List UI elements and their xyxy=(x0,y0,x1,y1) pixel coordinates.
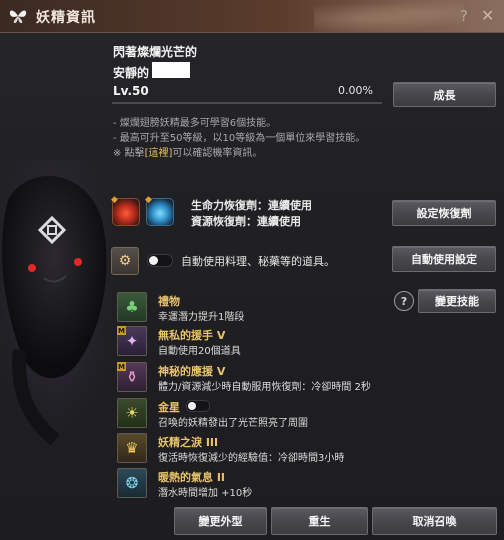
hp-potion-icon[interactable]: ◆ xyxy=(111,195,140,226)
skill-name: 無私的援手 V xyxy=(158,329,226,342)
skill-row-mystic-support: M ⚱ 神秘的應援 V 體力/資源減少時自動服用恢復劑：冷卻時間 2秒 xyxy=(117,362,497,396)
close-button[interactable]: ✕ xyxy=(481,6,494,25)
window-title: 妖精資訊 xyxy=(36,10,96,26)
help-button[interactable]: ? xyxy=(460,7,468,25)
hp-recovery-label: 生命力恢復劑：連續使用 xyxy=(191,199,312,212)
grow-button[interactable]: 成長 xyxy=(393,82,496,107)
set-recovery-button[interactable]: 設定恢復劑 xyxy=(392,200,496,226)
info-line-3-suffix: 可以確認機率資訊。 xyxy=(172,148,263,159)
lantern-icon: ☀ xyxy=(117,398,147,428)
skill-name: 暖熱的氣息 II xyxy=(158,471,226,484)
info-line-2: - 最高可升至50等級，以10等級為一個單位來學習技能。 xyxy=(113,133,366,144)
title-bar[interactable]: 妖精資訊 ? ✕ xyxy=(0,0,504,33)
potion-grade-icon: ◆ xyxy=(145,195,152,205)
skill-desc: 幸運潛力提升1階段 xyxy=(158,312,245,323)
fairy-title: 閃著燦爛光芒的 xyxy=(113,45,198,59)
skill-row-fairy-tear: ♛ 妖精之淚 III 復活時恢復減少的經驗值：冷卻時間3小時 xyxy=(117,433,497,467)
butterfly-icon xyxy=(9,10,27,23)
mastery-badge: M xyxy=(117,362,126,371)
toggle-knob xyxy=(149,256,158,265)
exp-percent: 0.00% xyxy=(338,84,373,97)
change-look-button[interactable]: 變更外型 xyxy=(174,507,267,535)
clover-icon: ♣ xyxy=(117,292,147,322)
info-line-3-prefix: ※ 點擊 xyxy=(113,148,145,159)
auto-use-label: 自動使用料理、秘藥等的道具。 xyxy=(181,255,335,268)
fairy-info-window: 妖精資訊 ? ✕ 閃著燦爛光芒的 安靜的 Lv.50 0.00% 成長 - 燦爛… xyxy=(0,0,504,540)
info-line-1: - 燦爛翅膀妖精最多可學習6個技能。 xyxy=(113,118,277,129)
potion-grade-icon: ◆ xyxy=(111,195,118,205)
mp-potion-icon[interactable]: ◆ xyxy=(145,195,174,226)
auto-use-settings-button[interactable]: 自動使用設定 xyxy=(392,246,496,272)
skill-row-gift: ♣ 禮物 幸運潛力提升1階段 xyxy=(117,292,497,326)
skill-name: 妖精之淚 III xyxy=(158,436,219,449)
mp-recovery-label: 資源恢復劑：連續使用 xyxy=(191,215,301,228)
rebirth-button[interactable]: 重生 xyxy=(271,507,368,535)
skill-desc: 自動使用20個道具 xyxy=(158,346,241,357)
mastery-badge: M xyxy=(117,326,126,335)
skill-row-venus: ☀ 金星 召喚的妖精發出了光芒照亮了周圍 xyxy=(117,398,497,432)
tear-trophy-icon: ♛ xyxy=(117,433,147,463)
skill-desc: 體力/資源減少時自動服用恢復劑：冷卻時間 2秒 xyxy=(158,382,371,393)
fairy-portrait xyxy=(0,160,120,460)
venus-toggle[interactable] xyxy=(186,400,210,412)
exp-bar xyxy=(112,102,382,104)
skill-desc: 召喚的妖精發出了光芒照亮了周圍 xyxy=(158,418,308,429)
skill-desc: 潛水時間增加 +10秒 xyxy=(158,488,253,499)
skill-name: 神秘的應援 V xyxy=(158,365,226,378)
toggle-knob xyxy=(188,402,196,410)
fairy-wand-icon: M ✦ xyxy=(117,326,147,356)
skill-row-selfless-help: M ✦ 無私的援手 V 自動使用20個道具 xyxy=(117,326,497,360)
skill-row-warm-breath: ❂ 暖熱的氣息 II 潛水時間增加 +10秒 xyxy=(117,468,497,502)
name-redaction xyxy=(152,62,190,78)
title-bar-decoration xyxy=(314,0,464,32)
skill-name: 金星 xyxy=(158,401,180,414)
cancel-summon-button[interactable]: 取消召喚 xyxy=(372,507,497,535)
breath-icon: ❂ xyxy=(117,468,147,498)
auto-use-gear-icon: ⚙ xyxy=(111,247,139,275)
info-line-3: ※ 點擊[這裡]可以確認機率資訊。 xyxy=(113,144,262,159)
fairy-level: Lv.50 xyxy=(113,84,149,98)
potion-icon: M ⚱ xyxy=(117,362,147,392)
fairy-name: 安靜的 xyxy=(113,66,150,80)
skill-desc: 復活時恢復減少的經驗值：冷卻時間3小時 xyxy=(158,453,345,464)
probability-info-link[interactable]: [這裡] xyxy=(145,148,173,159)
skill-name: 禮物 xyxy=(158,295,180,308)
auto-use-toggle[interactable] xyxy=(147,254,173,267)
